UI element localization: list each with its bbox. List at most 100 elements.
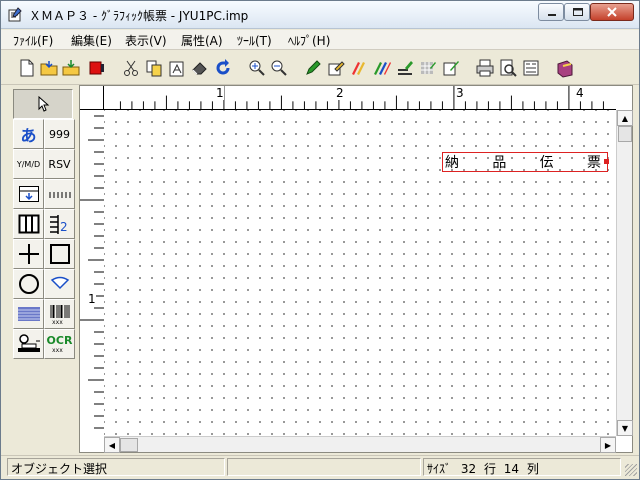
field-char-4: 票 (586, 155, 601, 171)
number-icon: 999 (49, 127, 70, 141)
minimize-icon (548, 14, 556, 16)
pointer-icon (38, 96, 50, 112)
pattern-icon[interactable] (418, 58, 438, 78)
tool-palette: あ 999 Y/M/D RSV 2 xxx OCR xxx (11, 87, 75, 367)
pointer-tool-button[interactable] (13, 89, 73, 119)
field-char-3: 伝 (539, 155, 554, 171)
record-icon[interactable] (87, 58, 107, 78)
horizontal-scrollbar[interactable]: ◀ ▶ (104, 436, 616, 453)
open-icon[interactable] (39, 58, 59, 78)
pen-icon[interactable] (303, 58, 323, 78)
scroll-left-button[interactable]: ◀ (104, 437, 120, 453)
vertical-scrollbar[interactable]: ▲ ▼ (616, 110, 633, 436)
copy-icon[interactable] (144, 58, 164, 78)
minimize-button[interactable] (538, 3, 564, 21)
layout-grid[interactable]: 納 品 伝 票 (104, 110, 616, 436)
col-label: 列 (526, 462, 539, 476)
table-icon (18, 214, 39, 234)
resize-grip[interactable] (625, 464, 637, 476)
close-icon (607, 7, 617, 17)
status-bar: オブジェクト選択 ｻｲｽﾞ 32 行 14 列 (1, 455, 639, 479)
arrow-up-icon: ▲ (621, 113, 629, 123)
zoom-out-icon[interactable] (269, 58, 289, 78)
arrow-left-icon: ◀ (108, 440, 116, 450)
rectangle-icon (49, 244, 70, 264)
close-button[interactable] (590, 3, 634, 21)
maximize-button[interactable] (564, 3, 590, 21)
app-window: ＸＭＡＰ３ - ｸﾞﾗﾌｨｯｸ帳票 - JYU1PC.imp ﾌｧｲﾙ(F) 編… (0, 0, 640, 480)
hatch-icon (17, 307, 40, 321)
hruler-label-4: 4 (576, 86, 584, 100)
book-icon[interactable] (555, 58, 575, 78)
svg-text:2: 2 (60, 220, 68, 234)
new-icon[interactable] (17, 58, 37, 78)
repeat-tool-button[interactable] (13, 179, 44, 209)
number-tool-button[interactable]: 999 (44, 119, 75, 149)
arrow-down-icon: ▼ (621, 423, 629, 433)
field-resize-handle[interactable] (604, 159, 609, 164)
pen-set-icon[interactable] (372, 58, 392, 78)
multi-pen-icon[interactable] (349, 58, 369, 78)
date-tool-button[interactable]: Y/M/D (13, 149, 44, 179)
print-icon[interactable] (475, 58, 495, 78)
form-title-field[interactable]: 納 品 伝 票 (442, 152, 608, 172)
text-tool-button[interactable]: あ (13, 119, 44, 149)
paste-icon[interactable] (167, 58, 187, 78)
save-icon[interactable] (61, 58, 81, 78)
size-label: ｻｲｽﾞ (427, 462, 452, 476)
stamp-tool-button[interactable] (13, 329, 44, 359)
circle-tool-button[interactable] (13, 269, 44, 299)
menu-view[interactable]: 表示(V) (125, 32, 167, 49)
hatch-tool-button[interactable] (13, 299, 44, 329)
title-bar: ＸＭＡＰ３ - ｸﾞﾗﾌｨｯｸ帳票 - JYU1PC.imp (1, 1, 639, 29)
reserve-icon: RSV (48, 157, 71, 171)
ruler-icon (49, 192, 70, 198)
rectangle-tool-button[interactable] (44, 239, 75, 269)
stamp-icon (17, 334, 40, 352)
vertical-ruler (80, 110, 104, 436)
cross-line-tool-button[interactable] (13, 239, 44, 269)
svg-text:xxx: xxx (52, 319, 63, 325)
ocr-underline-icon: xxx (52, 347, 63, 353)
reserve-tool-button[interactable]: RSV (44, 149, 75, 179)
repeat-icon (18, 186, 39, 202)
ruler-tool-button[interactable] (44, 179, 75, 209)
ruler-corner (80, 86, 104, 110)
menu-tools[interactable]: ﾂｰﾙ(T) (237, 32, 272, 49)
menu-bar: ﾌｧｲﾙ(F) 編集(E) 表示(V) 属性(A) ﾂｰﾙ(T) ﾍﾙﾌﾟ(H) (1, 30, 639, 50)
menu-file[interactable]: ﾌｧｲﾙ(F) (13, 32, 53, 49)
shape-icon (50, 276, 69, 290)
date-icon: Y/M/D (16, 159, 41, 169)
menu-attributes[interactable]: 属性(A) (181, 32, 223, 49)
row-value: 14 (503, 462, 520, 476)
field-char-2: 品 (492, 155, 507, 171)
menu-help[interactable]: ﾍﾙﾌﾟ(H) (288, 32, 330, 49)
vruler-label-1: 1 (88, 292, 96, 306)
menu-edit[interactable]: 編集(E) (71, 32, 112, 49)
barcode-tool-button[interactable]: xxx (44, 299, 75, 329)
line-tool-icon[interactable] (395, 58, 415, 78)
erase-icon[interactable] (190, 58, 210, 78)
print-image-icon[interactable] (441, 58, 461, 78)
shape-tool-button[interactable] (44, 269, 75, 299)
horizontal-scroll-thumb[interactable] (120, 438, 138, 452)
maximize-icon (573, 8, 583, 16)
hruler-label-2: 2 (336, 86, 344, 100)
scroll-down-button[interactable]: ▼ (617, 420, 633, 436)
cut-icon[interactable] (121, 58, 141, 78)
hruler-label-1: 1 (216, 86, 224, 100)
table-tool-button[interactable] (13, 209, 44, 239)
scroll-up-button[interactable]: ▲ (617, 110, 633, 126)
layout-icon[interactable] (521, 58, 541, 78)
status-blank-pane (227, 458, 421, 476)
undo-icon[interactable] (213, 58, 233, 78)
ocr-icon: OCR (46, 333, 73, 347)
print-preview-icon[interactable] (498, 58, 518, 78)
edit-box-icon[interactable] (326, 58, 346, 78)
scroll-right-button[interactable]: ▶ (600, 437, 616, 453)
vertical-scroll-thumb[interactable] (618, 126, 632, 142)
zoom-in-icon[interactable] (247, 58, 267, 78)
size-value: 32 (460, 462, 477, 476)
list-number-tool-button[interactable]: 2 (44, 209, 75, 239)
ocr-tool-button[interactable]: OCR xxx (44, 329, 75, 359)
